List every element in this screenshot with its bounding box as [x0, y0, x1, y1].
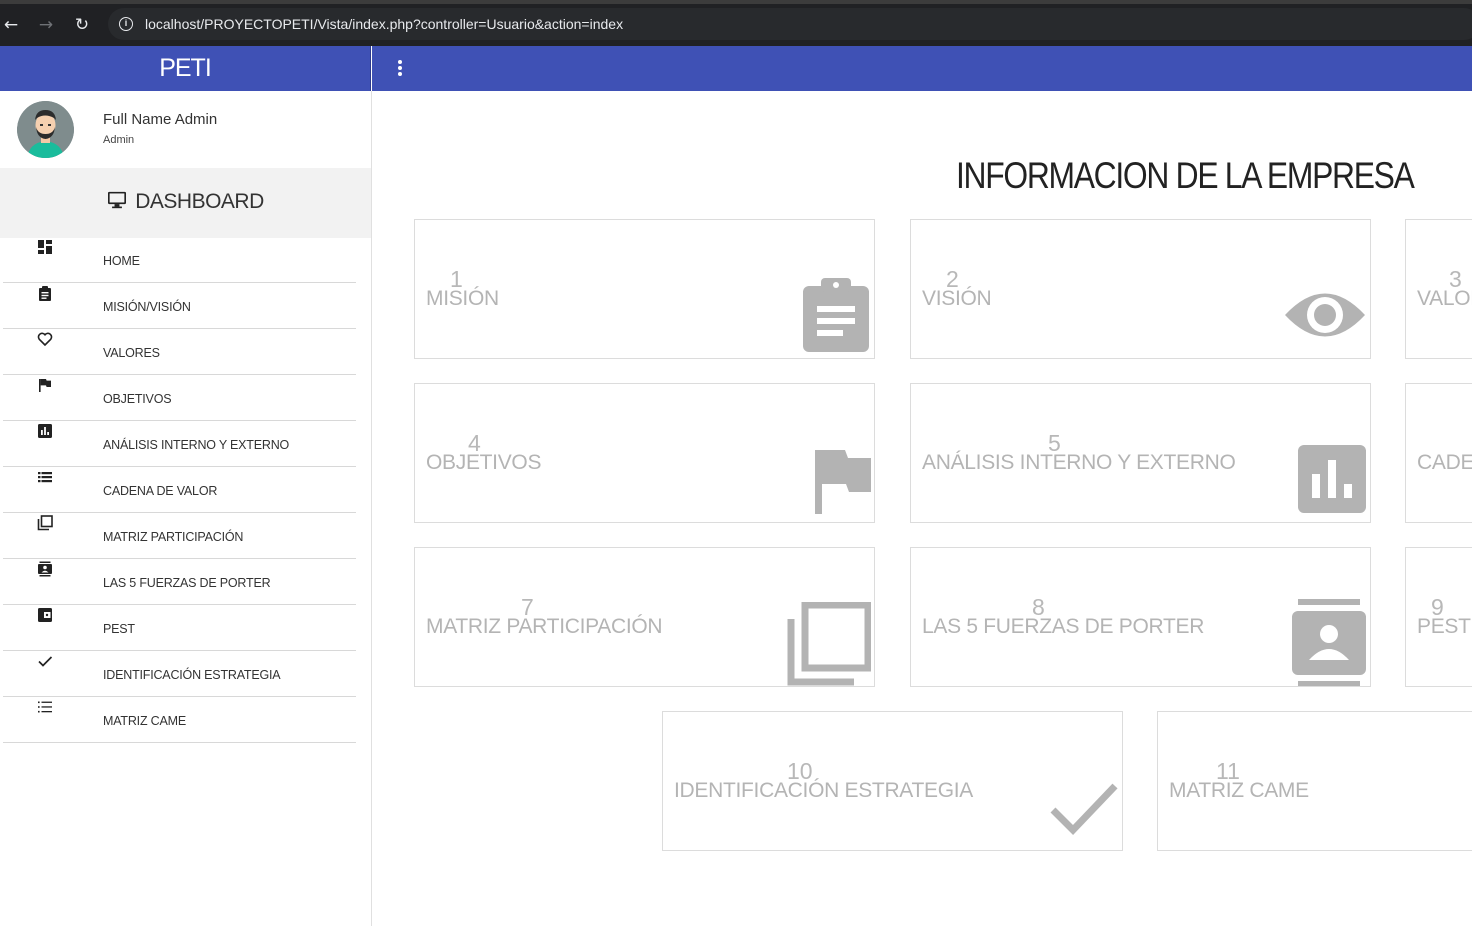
wallet-icon: [38, 608, 52, 622]
card-mision[interactable]: 1 MISIÓN: [414, 219, 875, 359]
sidebar-item-label: MATRIZ CAME: [103, 714, 186, 728]
contacts-icon: [1292, 599, 1366, 686]
card-title: OBJETIVOS: [426, 451, 542, 474]
sidebar-item-label: ANÁLISIS INTERNO Y EXTERNO: [103, 438, 290, 452]
sidebar-item-cadena-valor[interactable]: CADENA DE VALOR: [3, 467, 356, 513]
page-title: INFORMACION DE LA EMPRESA: [956, 155, 1415, 196]
info-icon[interactable]: i: [119, 17, 133, 31]
sidebar-item-label: MISIÓN/VISIÓN: [103, 300, 191, 314]
sidebar-item-porter[interactable]: LAS 5 FUERZAS DE PORTER: [3, 559, 356, 605]
arrow-right-icon[interactable]: →: [35, 14, 57, 36]
sidebar-item-pest[interactable]: PEST: [3, 605, 356, 651]
format-list-icon: [38, 701, 52, 713]
clipboard-icon: [39, 286, 51, 301]
flag-icon: [39, 379, 51, 392]
check-icon: [38, 656, 53, 667]
card-title: MATRIZ CAME: [1169, 779, 1309, 802]
sidebar-item-label: LAS 5 FUERZAS DE PORTER: [103, 576, 271, 590]
card-matriz-participacion[interactable]: 7 MATRIZ PARTICIPACIÓN: [414, 547, 875, 687]
user-role: Admin: [103, 134, 135, 146]
chart-icon: [1298, 445, 1366, 513]
sidebar-item-mision-vision[interactable]: MISIÓN/VISIÓN: [3, 283, 356, 329]
sidebar: Full Name Admin Admin DASHBOARD HOME MIS…: [0, 91, 372, 926]
dashboard-icon: [38, 240, 52, 254]
card-title: LAS 5 FUERZAS DE PORTER: [922, 615, 1205, 638]
card-matriz-came[interactable]: 11 MATRIZ CAME: [1157, 711, 1472, 851]
card-title: PEST: [1417, 615, 1471, 638]
card-title: MATRIZ PARTICIPACIÓN: [426, 615, 663, 638]
sidebar-item-home[interactable]: HOME: [3, 237, 356, 283]
sidebar-item-matriz-came[interactable]: MATRIZ CAME: [3, 697, 356, 743]
app-toolbar: [372, 46, 1472, 91]
sidebar-item-identificacion[interactable]: IDENTIFICACIÓN ESTRATEGIA: [3, 651, 356, 697]
monitor-icon: [108, 192, 127, 209]
user-name: Full Name Admin: [103, 111, 218, 128]
sidebar-menu: HOME MISIÓN/VISIÓN VALORES OBJETIVOS ANÁ…: [3, 237, 356, 743]
avatar: [17, 101, 74, 158]
sidebar-item-label: CADENA DE VALOR: [103, 484, 218, 498]
card-cadena-valor[interactable]: CADEN: [1405, 383, 1472, 523]
sidebar-item-matriz-participacion[interactable]: MATRIZ PARTICIPACIÓN: [3, 513, 356, 559]
card-objetivos[interactable]: 4 OBJETIVOS: [414, 383, 875, 523]
card-title: MISIÓN: [426, 287, 499, 310]
list-icon: [38, 472, 52, 483]
card-analisis[interactable]: 5 ANÁLISIS INTERNO Y EXTERNO: [910, 383, 1371, 523]
more-vert-icon[interactable]: [392, 60, 408, 78]
check-icon: [1050, 783, 1118, 836]
url-text[interactable]: localhost/PROYECTOPETI/Vista/index.php?c…: [145, 16, 623, 32]
sidebar-item-label: PEST: [103, 622, 135, 636]
clipboard-icon: [803, 278, 869, 352]
address-bar[interactable]: i localhost/PROYECTOPETI/Vista/index.php…: [108, 8, 1472, 40]
brand-logo[interactable]: PETI: [0, 46, 371, 91]
card-valores[interactable]: 3 VALOR: [1405, 219, 1472, 359]
user-panel: Full Name Admin Admin: [0, 91, 371, 168]
contacts-icon: [38, 561, 52, 577]
sidebar-item-objetivos[interactable]: OBJETIVOS: [3, 375, 356, 421]
flag-icon: [815, 450, 871, 514]
browser-toolbar: ← → ↻ i localhost/PROYECTOPETI/Vista/ind…: [0, 0, 1472, 46]
card-title: IDENTIFICACIÓN ESTRATEGIA: [674, 779, 973, 802]
library-icon: [787, 602, 871, 686]
sidebar-item-valores[interactable]: VALORES: [3, 329, 356, 375]
dashboard-label: DASHBOARD: [135, 190, 264, 213]
chart-icon: [38, 424, 52, 438]
card-title: VALOR: [1417, 287, 1472, 310]
eye-icon: [1285, 293, 1365, 337]
dashboard-header[interactable]: DASHBOARD: [0, 168, 371, 238]
card-identificacion[interactable]: 10 IDENTIFICACIÓN ESTRATEGIA: [662, 711, 1123, 851]
card-title: VISIÓN: [922, 287, 992, 310]
reload-icon[interactable]: ↻: [71, 14, 93, 36]
sidebar-item-label: HOME: [103, 254, 140, 268]
library-icon: [37, 515, 53, 531]
card-title: ANÁLISIS INTERNO Y EXTERNO: [922, 451, 1236, 474]
card-title: CADEN: [1417, 451, 1472, 474]
card-pest[interactable]: 9 PEST: [1405, 547, 1472, 687]
sidebar-item-analisis[interactable]: ANÁLISIS INTERNO Y EXTERNO: [3, 421, 356, 467]
sidebar-item-label: VALORES: [103, 346, 160, 360]
sidebar-item-label: MATRIZ PARTICIPACIÓN: [103, 530, 244, 544]
heart-icon: [37, 332, 53, 347]
main-content: INFORMACION DE LA EMPRESA 1 MISIÓN 2 VIS…: [372, 91, 1472, 926]
sidebar-item-label: OBJETIVOS: [103, 392, 172, 406]
card-vision[interactable]: 2 VISIÓN: [910, 219, 1371, 359]
card-porter[interactable]: 8 LAS 5 FUERZAS DE PORTER: [910, 547, 1371, 687]
arrow-left-icon[interactable]: ←: [0, 14, 22, 36]
sidebar-item-label: IDENTIFICACIÓN ESTRATEGIA: [103, 668, 281, 682]
